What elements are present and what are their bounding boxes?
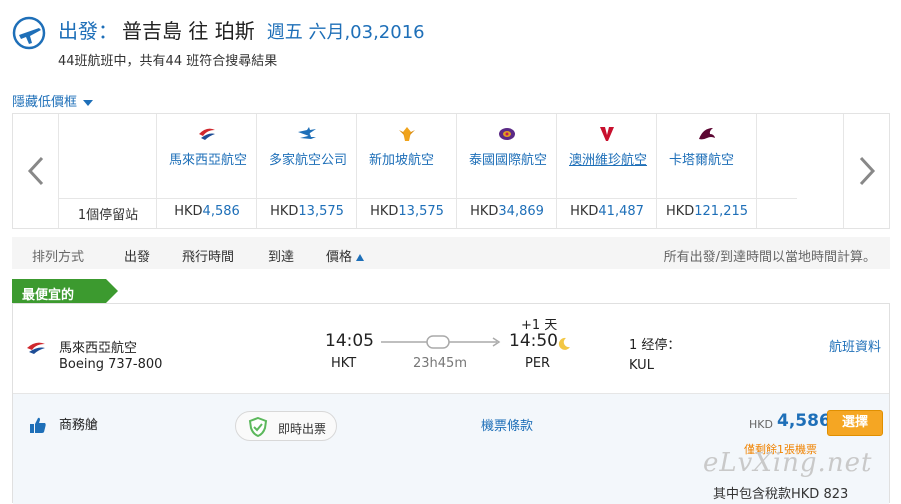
airline-column-virgin[interactable]: 澳洲維珍航空 HKD41,487: [557, 114, 657, 228]
column-price[interactable]: HKD13,575: [357, 204, 457, 219]
depart-airport: HKT: [331, 356, 357, 371]
amount: 34,869: [498, 204, 544, 219]
instant-label: 即時出票: [278, 422, 327, 436]
toggle-label: 隱藏低價框: [12, 95, 78, 110]
thai-airways-logo-icon: [499, 128, 515, 140]
sort-price[interactable]: 價格: [326, 246, 365, 265]
currency: HKD: [174, 204, 203, 219]
departure-plane-icon: [12, 16, 46, 50]
flight-result-card: 馬來西亞航空 Boeing 737-800 14:05 HKT 23h45m +…: [12, 303, 890, 504]
column-price[interactable]: HKD34,869: [457, 204, 557, 219]
fare-rules-link[interactable]: 機票條款: [481, 415, 533, 434]
cheapest-badge: 最便宜的: [12, 279, 118, 303]
malaysia-airlines-logo-icon: [27, 342, 45, 354]
results-summary: 44班航班中，共有44 班符合搜尋結果: [58, 54, 278, 69]
instant-ticketing-badge: 即時出票: [235, 411, 337, 441]
amount: 13,575: [398, 204, 444, 219]
sort-arrive[interactable]: 到達: [268, 246, 294, 265]
airline-name: 多家航空公司: [269, 153, 348, 168]
shield-check-icon: [248, 417, 268, 437]
airline-column-qatar[interactable]: 卡塔爾航空 HKD121,215: [657, 114, 757, 228]
matrix-next-button[interactable]: [843, 114, 889, 228]
fare-row: 商務艙 即時出票 機票條款 HKD 4,586 選擇 僅剩餘1張機票 eLvXi…: [13, 394, 889, 504]
row-label: 1個停留站: [77, 208, 139, 223]
currency: HKD: [570, 204, 599, 219]
arrive-time: 14:50: [509, 331, 558, 351]
airline-name: 澳洲維珍航空: [569, 153, 648, 168]
tax-note: 其中包含稅款HKD 823: [713, 487, 849, 502]
flight-summary: 馬來西亞航空 Boeing 737-800 14:05 HKT 23h45m +…: [13, 304, 889, 394]
matrix-prev-button[interactable]: [13, 114, 59, 228]
amount: 121,215: [694, 204, 749, 219]
page-title: 出發： 普吉島 往 珀斯 週五 六月,03,2016: [58, 15, 425, 44]
sort-depart[interactable]: 出發: [124, 246, 150, 265]
currency: HKD: [470, 204, 499, 219]
date-text: 週五 六月,03,2016: [266, 22, 425, 43]
title-label: 出發：: [58, 19, 118, 43]
chevron-left-icon: [27, 156, 43, 186]
search-header: 出發： 普吉島 往 珀斯 週五 六月,03,2016 44班航班中，共有44 班符合…: [0, 0, 901, 80]
depart-time: 14:05: [325, 331, 374, 351]
airline-column-malaysia[interactable]: 馬來西亞航空 HKD4,586: [157, 114, 257, 228]
sort-price-label: 價格: [326, 250, 353, 265]
route-line-icon: [381, 335, 501, 349]
column-price[interactable]: HKD4,586: [157, 204, 257, 219]
amount: 4,586: [202, 204, 240, 219]
airline-column-multi[interactable]: 多家航空公司 HKD13,575: [257, 114, 357, 228]
airline-name: 馬來西亞航空: [169, 153, 248, 168]
sort-bar: 排列方式 出發 飛行時間 到達 價格 所有出發/到達時間以當地時間計算。: [12, 237, 890, 269]
airline-column-thai[interactable]: 泰國國際航空 HKD34,869: [457, 114, 557, 228]
route-text: 普吉島 往 珀斯: [122, 19, 255, 43]
stop-airport: KUL: [629, 358, 654, 373]
multi-airline-planes-logo-icon: [298, 127, 316, 139]
caret-down-icon: [83, 99, 94, 106]
time-note: 所有出發/到達時間以當地時間計算。: [663, 250, 876, 265]
sort-duration[interactable]: 飛行時間: [182, 246, 234, 265]
airline-column-singapore[interactable]: 新加坡航空 HKD13,575: [357, 114, 457, 228]
amount: 13,575: [298, 204, 344, 219]
fare-amount: 4,586: [777, 411, 831, 431]
airline-name: 卡塔爾航空: [669, 153, 735, 168]
select-button[interactable]: 選擇: [827, 410, 883, 436]
price-matrix: 1個停留站 馬來西亞航空 HKD4,586 多家航空公司 HKD13,575 新…: [12, 113, 890, 229]
hide-low-price-toggle[interactable]: 隱藏低價框: [12, 91, 94, 110]
watermark: eLvXing.net: [703, 448, 873, 478]
amount: 41,487: [598, 204, 644, 219]
arrive-airport: PER: [525, 356, 551, 371]
cabin-class: 商務艙: [59, 418, 99, 433]
chevron-right-icon: [859, 156, 875, 186]
column-price[interactable]: HKD13,575: [257, 204, 357, 219]
flight-duration: 23h45m: [413, 356, 467, 371]
currency: HKD: [270, 204, 299, 219]
fare-currency: HKD: [749, 418, 773, 431]
moon-icon: [558, 337, 570, 350]
row-label-cell: 1個停留站: [59, 114, 157, 228]
sort-label: 排列方式: [32, 250, 85, 265]
thumbs-up-icon: [30, 417, 46, 433]
currency: HKD: [370, 204, 399, 219]
singapore-airlines-logo-icon: [399, 127, 415, 141]
qatar-airways-logo-icon: [699, 128, 715, 140]
stops-count: 1 经停：: [629, 338, 681, 353]
flight-airline: 馬來西亞航空: [59, 341, 138, 356]
column-price[interactable]: HKD41,487: [557, 204, 657, 219]
malaysia-airlines-logo-icon: [199, 128, 215, 140]
virgin-australia-logo-icon: [600, 127, 614, 141]
column-price[interactable]: HKD121,215: [657, 204, 757, 219]
airline-name: 泰國國際航空: [469, 153, 548, 168]
sort-ascending-icon: [356, 254, 365, 261]
currency: HKD: [665, 204, 695, 219]
flight-aircraft: Boeing 737-800: [59, 357, 163, 372]
flight-details-link[interactable]: 航班資料: [829, 336, 881, 355]
airline-name: 新加坡航空: [369, 153, 435, 168]
divider: [59, 198, 157, 199]
